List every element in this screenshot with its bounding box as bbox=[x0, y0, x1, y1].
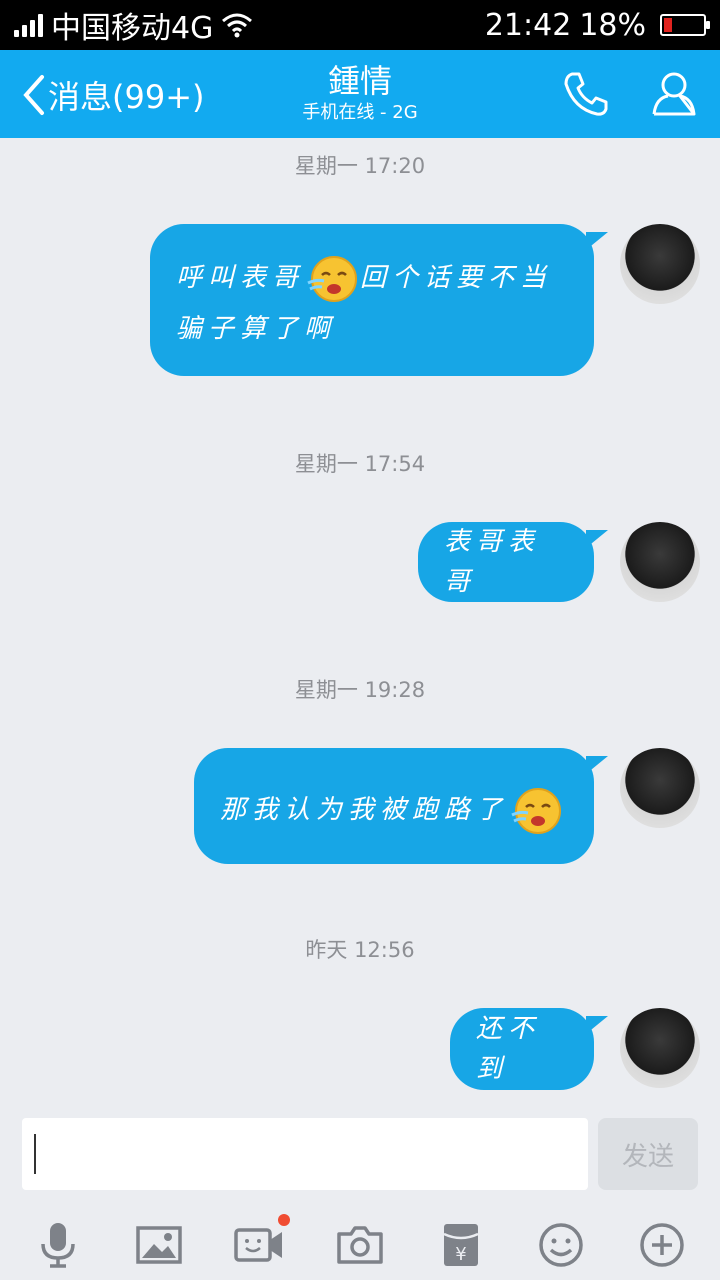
user-icon[interactable] bbox=[648, 68, 700, 120]
camera-icon[interactable] bbox=[335, 1220, 385, 1270]
chat-header: 消息(99+) 鍾情 手机在线 - 2G bbox=[0, 50, 720, 138]
message-bubble[interactable]: 那我认为我被跑路了 bbox=[194, 748, 608, 864]
battery-icon bbox=[660, 14, 710, 36]
battery-percent: 18% bbox=[579, 7, 646, 43]
plus-icon[interactable] bbox=[637, 1220, 687, 1270]
phone-icon[interactable] bbox=[560, 68, 612, 120]
microphone-icon[interactable] bbox=[33, 1220, 83, 1270]
signal-icon bbox=[14, 13, 43, 37]
svg-text:¥: ¥ bbox=[455, 1244, 466, 1265]
avatar[interactable] bbox=[620, 522, 700, 602]
red-packet-icon[interactable]: ¥ bbox=[436, 1220, 486, 1270]
message-bubble[interactable]: 呼叫表哥 回个话要不当骗子算了啊 bbox=[150, 224, 608, 376]
message-bubble[interactable]: 表哥表哥 bbox=[418, 522, 608, 602]
video-call-icon bbox=[234, 1228, 283, 1262]
input-area: 发送 ¥ bbox=[0, 1106, 720, 1280]
avatar[interactable] bbox=[620, 224, 700, 304]
send-button[interactable]: 发送 bbox=[598, 1118, 698, 1190]
avatar[interactable] bbox=[620, 748, 700, 828]
wifi-icon bbox=[222, 13, 253, 38]
message-bubble[interactable]: 还不到 bbox=[450, 1008, 608, 1090]
toolbar: ¥ bbox=[0, 1210, 720, 1280]
message-input[interactable] bbox=[22, 1118, 588, 1190]
video-call-button[interactable] bbox=[234, 1214, 291, 1270]
clock: 21:42 bbox=[484, 7, 572, 43]
back-label: 消息(99+) bbox=[48, 78, 205, 116]
emoji-icon[interactable] bbox=[536, 1220, 586, 1270]
carrier-label: 中国移动4G bbox=[51, 11, 214, 46]
status-left: 中国移动4G bbox=[14, 3, 253, 47]
notification-dot bbox=[278, 1214, 291, 1226]
image-icon[interactable] bbox=[134, 1220, 184, 1270]
avatar[interactable] bbox=[620, 1008, 700, 1088]
message-list[interactable]: 星期一 17:20 呼叫表哥 回个话要不当骗子算了啊 星期一 17:54 表哥表… bbox=[0, 138, 720, 1106]
message-text: 那我认为我被跑路了 bbox=[220, 775, 564, 837]
status-bar: 中国移动4G 21:42 18% bbox=[0, 0, 720, 50]
timestamp: 星期一 17:20 bbox=[294, 154, 426, 178]
timestamp: 星期一 19:28 bbox=[294, 678, 426, 702]
timestamp: 星期一 17:54 bbox=[294, 452, 426, 476]
back-button[interactable]: 消息(99+) bbox=[20, 72, 205, 118]
crying-laughing-emoji-icon bbox=[511, 788, 562, 834]
message-text: 表哥表哥 bbox=[444, 527, 541, 597]
chevron-left-icon bbox=[23, 75, 44, 115]
message-text: 还不到 bbox=[476, 1014, 541, 1084]
timestamp: 昨天 12:56 bbox=[305, 938, 415, 962]
status-right: 21:42 18% bbox=[484, 7, 710, 43]
crying-laughing-emoji-icon bbox=[307, 256, 358, 302]
message-text: 呼叫表哥 回个话要不当骗子算了啊 bbox=[176, 247, 568, 353]
